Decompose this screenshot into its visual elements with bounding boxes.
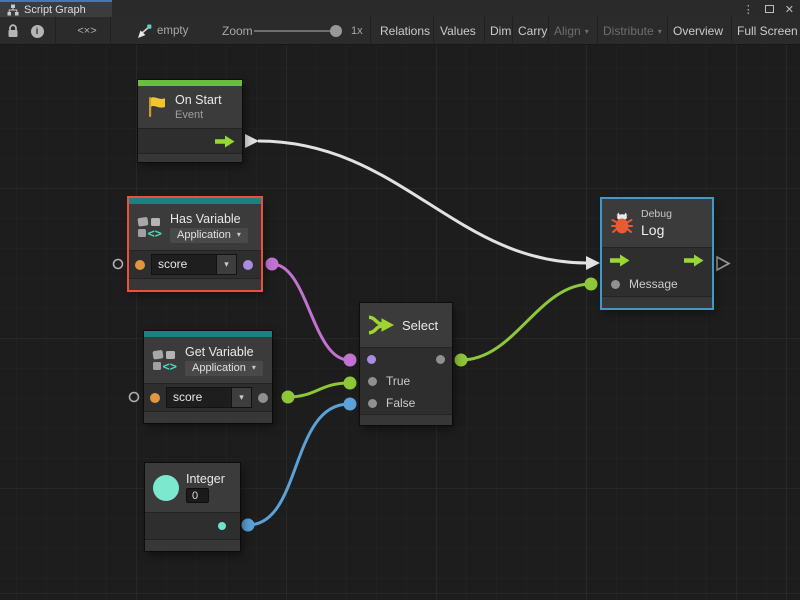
svg-text:<>: <> bbox=[148, 227, 162, 239]
node-title: Integer bbox=[186, 472, 225, 486]
tab-bar: Script Graph bbox=[0, 0, 800, 17]
scope-value: Application bbox=[177, 229, 231, 241]
port-label-false: False bbox=[386, 396, 415, 410]
trigger-output-port[interactable] bbox=[215, 135, 235, 148]
scope-dropdown[interactable]: Application bbox=[185, 361, 263, 376]
zoom-value: 1x bbox=[351, 17, 363, 45]
variable-name-input-port[interactable] bbox=[150, 393, 160, 403]
enter-input-port[interactable] bbox=[610, 254, 630, 267]
overview-button[interactable]: Overview bbox=[673, 17, 723, 45]
toolbar-separator bbox=[597, 17, 598, 45]
variable-name-input-port[interactable] bbox=[135, 260, 145, 270]
align-dropdown[interactable]: Align bbox=[554, 17, 589, 45]
node-integer[interactable]: Integer 0 bbox=[145, 463, 240, 551]
node-title: Log bbox=[641, 222, 672, 238]
toolbar-separator bbox=[667, 17, 668, 45]
selection-status: empty bbox=[157, 17, 188, 45]
flag-icon bbox=[146, 95, 168, 119]
selection-output-port[interactable] bbox=[436, 355, 445, 364]
integer-value-field[interactable]: 0 bbox=[186, 488, 209, 503]
kebab-menu-icon[interactable] bbox=[743, 0, 754, 18]
variable-name-value: score bbox=[152, 255, 216, 274]
scope-value: Application bbox=[192, 362, 246, 374]
integer-literal-icon bbox=[153, 475, 179, 501]
close-icon[interactable] bbox=[785, 0, 794, 18]
tab-label: Script Graph bbox=[24, 4, 86, 16]
lock-icon[interactable] bbox=[2, 17, 24, 45]
toolbar-separator bbox=[484, 17, 485, 45]
zoom-label: Zoom bbox=[222, 17, 253, 45]
distribute-dropdown[interactable]: Distribute bbox=[603, 17, 662, 45]
port-label-true: True bbox=[386, 374, 410, 388]
value-output-port[interactable] bbox=[258, 393, 268, 403]
connection-cursor-icon bbox=[134, 17, 154, 45]
node-title: Get Variable bbox=[185, 345, 263, 359]
toolbar-separator bbox=[548, 17, 549, 45]
toolbar-separator bbox=[731, 17, 732, 45]
node-footer bbox=[129, 278, 261, 290]
code-view-toggle[interactable]: <×> bbox=[72, 17, 102, 45]
integer-output-port[interactable] bbox=[218, 522, 226, 530]
node-title: Select bbox=[402, 318, 438, 333]
false-input-port[interactable] bbox=[368, 399, 377, 408]
node-title: Has Variable bbox=[170, 212, 248, 226]
variable-name-dropdown[interactable]: score bbox=[166, 387, 252, 408]
merge-arrows-icon bbox=[368, 314, 395, 336]
graph-hierarchy-icon bbox=[7, 4, 19, 16]
zoom-slider-handle[interactable] bbox=[330, 25, 342, 37]
scope-dropdown[interactable]: Application bbox=[170, 228, 248, 243]
info-icon[interactable] bbox=[26, 17, 48, 45]
bug-icon bbox=[610, 211, 634, 235]
values-button[interactable]: Values bbox=[440, 17, 476, 45]
node-has-variable[interactable]: <> Has Variable Application score bbox=[129, 198, 261, 290]
toolbar-separator bbox=[512, 17, 513, 45]
toolbar-separator bbox=[110, 17, 111, 45]
zoom-slider-track[interactable] bbox=[254, 30, 336, 32]
node-footer bbox=[145, 539, 240, 551]
graph-toolbar: <×> empty Zoom 1x Relations Values Dim C… bbox=[0, 17, 800, 45]
relations-button[interactable]: Relations bbox=[380, 17, 430, 45]
lock-glyph bbox=[7, 24, 19, 38]
exit-output-port[interactable] bbox=[684, 254, 704, 267]
maximize-icon[interactable] bbox=[765, 5, 774, 13]
condition-input-port[interactable] bbox=[367, 355, 376, 364]
chevron-down-icon[interactable] bbox=[231, 388, 251, 407]
port-label-message: Message bbox=[629, 277, 678, 291]
node-debug-log[interactable]: Debug Log Message bbox=[602, 199, 712, 308]
script-graph-window: Script Graph <×> empty bbox=[0, 0, 800, 600]
node-footer bbox=[602, 296, 712, 308]
fullscreen-button[interactable]: Full Screen bbox=[737, 17, 798, 45]
node-surtitle: Debug bbox=[641, 208, 672, 220]
node-on-start[interactable]: On Start Event bbox=[138, 80, 242, 162]
window-controls bbox=[743, 0, 794, 17]
carry-button[interactable]: Carry bbox=[518, 17, 547, 45]
node-subtitle: Event bbox=[175, 109, 222, 121]
chevron-down-icon[interactable] bbox=[216, 255, 236, 274]
result-output-port[interactable] bbox=[243, 260, 253, 270]
node-footer bbox=[360, 414, 452, 425]
info-glyph bbox=[31, 25, 44, 38]
toolbar-separator bbox=[370, 17, 371, 45]
message-input-port[interactable] bbox=[611, 280, 620, 289]
node-footer bbox=[138, 153, 242, 162]
variable-name-value: score bbox=[167, 388, 231, 407]
svg-text:<>: <> bbox=[163, 360, 177, 372]
toolbar-separator bbox=[55, 17, 56, 45]
dim-button[interactable]: Dim bbox=[490, 17, 511, 45]
true-input-port[interactable] bbox=[368, 377, 377, 386]
toolbar-separator bbox=[433, 17, 434, 45]
tab-script-graph[interactable]: Script Graph bbox=[0, 0, 112, 17]
node-select[interactable]: Select True False bbox=[360, 303, 452, 425]
cursor-glyph bbox=[136, 24, 152, 39]
node-get-variable[interactable]: <> Get Variable Application score bbox=[144, 331, 272, 423]
variables-icon: <> bbox=[137, 216, 163, 238]
node-footer bbox=[144, 411, 272, 423]
variable-name-dropdown[interactable]: score bbox=[151, 254, 237, 275]
variables-icon: <> bbox=[152, 349, 178, 371]
node-title: On Start bbox=[175, 93, 222, 107]
